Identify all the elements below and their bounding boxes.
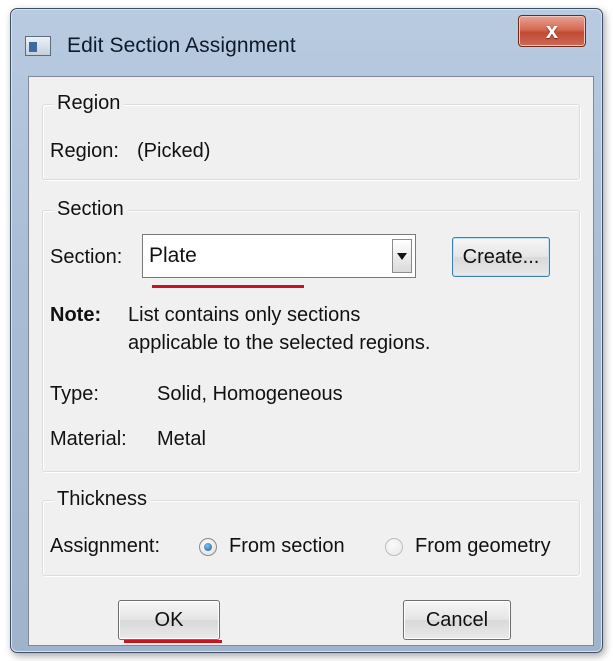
note-label: Note:	[50, 304, 102, 326]
ok-underline	[124, 640, 222, 643]
section-select[interactable]: Plate	[142, 234, 416, 278]
material-value: Metal	[157, 428, 206, 450]
from-section-radio[interactable]	[199, 538, 217, 556]
create-section-button[interactable]: Create...	[452, 237, 550, 277]
close-icon: x	[545, 18, 559, 43]
section-underline	[152, 285, 304, 288]
dialog-title: Edit Section Assignment	[67, 34, 296, 57]
ok-button[interactable]: OK	[118, 600, 220, 640]
from-geometry-label[interactable]: From geometry	[415, 535, 551, 558]
section-select-value: Plate	[149, 244, 197, 267]
region-value: (Picked)	[137, 140, 211, 162]
note-line-1: List contains only sections	[128, 304, 361, 326]
note-line-2: applicable to the selected regions.	[128, 332, 431, 354]
title-bar[interactable]: Edit Section Assignment x	[11, 9, 602, 71]
material-label: Material:	[50, 428, 127, 450]
thickness-group-label: Thickness	[53, 488, 152, 511]
section-label: Section:	[50, 246, 123, 268]
type-value: Solid, Homogeneous	[157, 383, 343, 405]
region-label: Region:	[50, 140, 119, 162]
close-button[interactable]: x	[518, 15, 586, 47]
from-geometry-radio[interactable]	[385, 538, 403, 556]
region-group: Region	[42, 92, 580, 180]
region-group-label: Region	[53, 92, 125, 115]
from-section-label[interactable]: From section	[229, 535, 345, 558]
chevron-down-icon[interactable]	[392, 239, 412, 273]
type-label: Type:	[50, 383, 99, 405]
assignment-label: Assignment:	[50, 535, 161, 557]
cancel-button[interactable]: Cancel	[403, 600, 511, 640]
app-icon	[25, 36, 51, 56]
section-group-label: Section	[53, 198, 128, 221]
